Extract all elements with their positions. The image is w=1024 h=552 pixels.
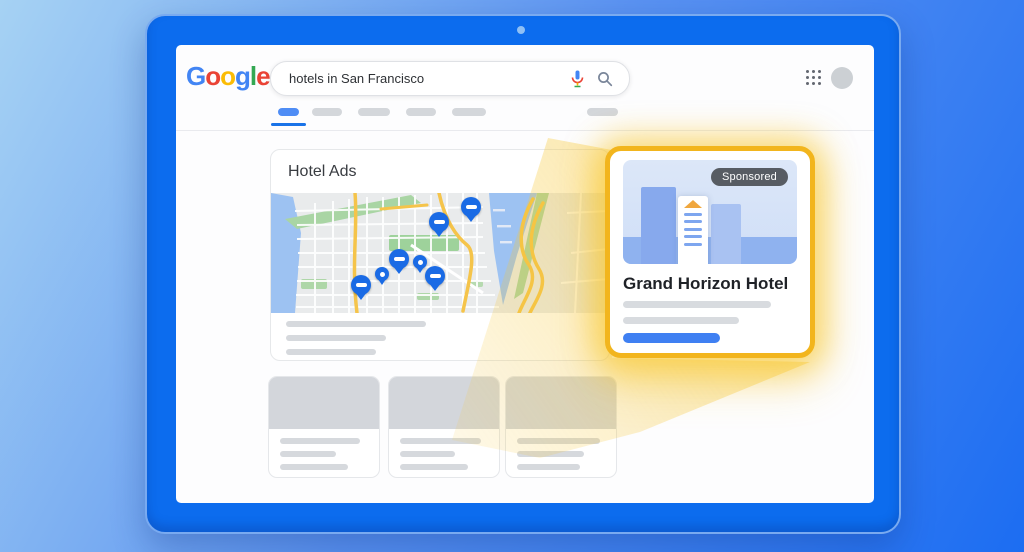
building-hotel [678,196,708,264]
user-avatar[interactable] [831,67,853,89]
search-query-text: hotels in San Francisco [289,71,425,86]
map-pin[interactable] [375,267,389,281]
sponsored-badge: Sponsored [710,168,788,186]
placeholder-line [400,451,455,457]
hotel-ads-placeholder-lines [286,321,426,363]
result-card-image [389,377,499,429]
placeholder-line [517,438,600,444]
hotel-ads-title: Hotel Ads [288,163,357,180]
active-tab-underline [271,123,306,126]
hotel-roof-icon [684,200,702,208]
cta-button[interactable] [623,333,720,343]
illustration-background: Google hotels in San Francisco Hotel Ads… [0,0,1024,552]
placeholder-line [280,464,348,470]
placeholder-line [286,349,376,355]
placeholder-line [280,438,360,444]
placeholder-line [623,301,771,308]
placeholder-line [623,317,739,324]
placeholder-line [286,321,426,327]
logo-letter: e [256,61,271,91]
placeholder-line [286,335,386,341]
result-card[interactable] [505,376,617,478]
map-pin[interactable] [425,266,445,286]
result-card[interactable] [268,376,380,478]
camera-dot [517,26,525,34]
map-pin[interactable] [389,249,409,269]
tab-pill-active[interactable] [278,108,299,116]
sponsored-hotel-card[interactable]: Sponsored Grand Horizon Hotel [605,146,815,358]
placeholder-line [400,438,481,444]
search-icon[interactable] [597,71,613,87]
result-card[interactable] [388,376,500,478]
logo-letter: g [235,61,251,91]
tablet-device: Google hotels in San Francisco Hotel Ads… [145,14,901,534]
hotel-name: Grand Horizon Hotel [623,274,789,293]
google-logo: Google [186,61,271,91]
apps-grid-icon[interactable] [806,70,821,85]
placeholder-line [517,464,580,470]
search-input[interactable]: hotels in San Francisco [270,61,630,96]
tab-pill[interactable] [587,108,618,116]
result-card-image [506,377,616,429]
logo-letter: G [186,61,206,91]
building-left [641,187,676,264]
mic-icon[interactable] [571,70,584,88]
hotel-ads-card: Hotel Ads [270,149,610,361]
logo-letter: o [205,61,221,91]
header-divider [176,130,874,131]
placeholder-line [400,464,468,470]
map-pins [271,193,609,313]
map-pin[interactable] [429,212,449,232]
placeholder-line [517,451,584,457]
map-pin[interactable] [461,197,481,217]
tab-pill[interactable] [406,108,436,116]
map-pin[interactable] [351,275,371,295]
building-right [711,204,741,264]
tab-pill[interactable] [358,108,390,116]
hotels-map[interactable] [271,193,609,313]
browser-screen: Google hotels in San Francisco Hotel Ads… [176,45,874,503]
placeholder-line [280,451,336,457]
tab-pill[interactable] [452,108,486,116]
logo-letter: o [220,61,236,91]
result-card-image [269,377,379,429]
tab-pill[interactable] [312,108,342,116]
